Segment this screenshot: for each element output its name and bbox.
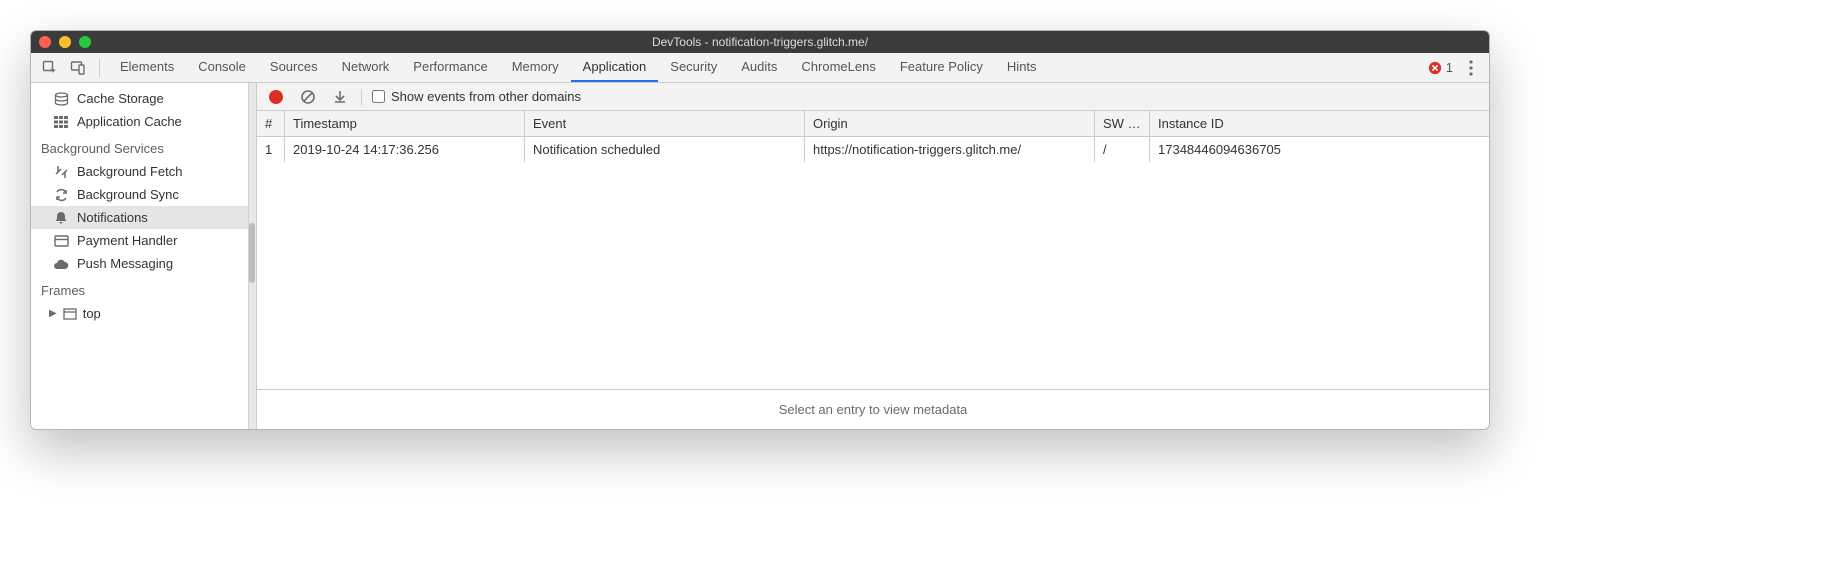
main-panel: Show events from other domains # Timesta… (257, 83, 1489, 429)
tab-network[interactable]: Network (330, 53, 402, 82)
table-header: # Timestamp Event Origin SW … Instance I… (257, 111, 1489, 137)
th-sw[interactable]: SW … (1095, 111, 1150, 136)
divider (99, 59, 100, 77)
sidebar-item-background-sync[interactable]: Background Sync (31, 183, 256, 206)
sidebar-group-frames: Frames (31, 275, 256, 302)
sidebar-item-application-cache[interactable]: Application Cache (31, 110, 256, 133)
th-num[interactable]: # (257, 111, 285, 136)
record-button[interactable] (265, 86, 287, 108)
show-other-domains-checkbox[interactable]: Show events from other domains (372, 89, 581, 104)
inspect-element-icon[interactable] (37, 55, 63, 81)
th-origin[interactable]: Origin (805, 111, 1095, 136)
tab-feature-policy[interactable]: Feature Policy (888, 53, 995, 82)
tab-security[interactable]: Security (658, 53, 729, 82)
sidebar-item-label: Application Cache (77, 114, 182, 129)
sidebar: Cache Storage Application Cache Backgroun… (31, 83, 257, 429)
sidebar-item-cache-storage[interactable]: Cache Storage (31, 87, 256, 110)
sidebar-scrollbar[interactable] (248, 83, 256, 429)
cell-ts: 2019-10-24 14:17:36.256 (285, 137, 525, 162)
metadata-hint: Select an entry to view metadata (257, 390, 1489, 429)
frame-icon (63, 308, 77, 320)
more-menu-icon[interactable] (1459, 56, 1483, 80)
frame-label: top (83, 306, 101, 321)
sidebar-item-background-fetch[interactable]: Background Fetch (31, 160, 256, 183)
device-toggle-icon[interactable] (65, 55, 91, 81)
card-icon (53, 235, 69, 247)
th-timestamp[interactable]: Timestamp (285, 111, 525, 136)
toolbar: Show events from other domains (257, 83, 1489, 111)
tab-console[interactable]: Console (186, 53, 258, 82)
cell-or: https://notification-triggers.glitch.me/ (805, 137, 1095, 162)
error-count: 1 (1446, 60, 1453, 75)
titlebar: DevTools - notification-triggers.glitch.… (31, 31, 1489, 53)
tab-audits[interactable]: Audits (729, 53, 789, 82)
cell-ev: Notification scheduled (525, 137, 805, 162)
cell-sw: / (1095, 137, 1150, 162)
window-title: DevTools - notification-triggers.glitch.… (31, 35, 1489, 49)
events-table: # Timestamp Event Origin SW … Instance I… (257, 111, 1489, 429)
database-icon (53, 92, 69, 106)
frame-top[interactable]: ▶ top (31, 302, 256, 325)
tab-elements[interactable]: Elements (108, 53, 186, 82)
divider (361, 89, 362, 105)
tab-memory[interactable]: Memory (500, 53, 571, 82)
tab-performance[interactable]: Performance (401, 53, 499, 82)
th-instanceid[interactable]: Instance ID (1150, 111, 1489, 136)
checkbox-input[interactable] (372, 90, 385, 103)
checkbox-label: Show events from other domains (391, 89, 581, 104)
th-event[interactable]: Event (525, 111, 805, 136)
table-row[interactable]: 12019-10-24 14:17:36.256Notification sch… (257, 137, 1489, 162)
tab-sources[interactable]: Sources (258, 53, 330, 82)
sidebar-item-push-messaging[interactable]: Push Messaging (31, 252, 256, 275)
sidebar-group-background: Background Services (31, 133, 256, 160)
cell-id: 17348446094636705 (1150, 137, 1489, 162)
tab-hints[interactable]: Hints (995, 53, 1049, 82)
bell-icon (53, 211, 69, 225)
sidebar-item-label: Notifications (77, 210, 148, 225)
grid-icon (53, 116, 69, 128)
sidebar-item-label: Cache Storage (77, 91, 164, 106)
devtools-tabbar: ElementsConsoleSourcesNetworkPerformance… (31, 53, 1489, 83)
error-badge[interactable]: 1 (1428, 60, 1453, 75)
sidebar-item-notifications[interactable]: Notifications (31, 206, 256, 229)
bgfetch-icon (53, 165, 69, 179)
tab-chromelens[interactable]: ChromeLens (789, 53, 887, 82)
sidebar-item-label: Payment Handler (77, 233, 177, 248)
save-icon[interactable] (329, 86, 351, 108)
sidebar-item-label: Background Fetch (77, 164, 183, 179)
cloud-icon (53, 258, 69, 270)
sync-icon (53, 188, 69, 202)
clear-icon[interactable] (297, 86, 319, 108)
devtools-window: DevTools - notification-triggers.glitch.… (30, 30, 1490, 430)
expand-icon[interactable]: ▶ (49, 308, 57, 319)
sidebar-item-label: Push Messaging (77, 256, 173, 271)
cell-num: 1 (257, 137, 285, 162)
tab-application[interactable]: Application (571, 53, 659, 82)
sidebar-item-payment-handler[interactable]: Payment Handler (31, 229, 256, 252)
sidebar-item-label: Background Sync (77, 187, 179, 202)
